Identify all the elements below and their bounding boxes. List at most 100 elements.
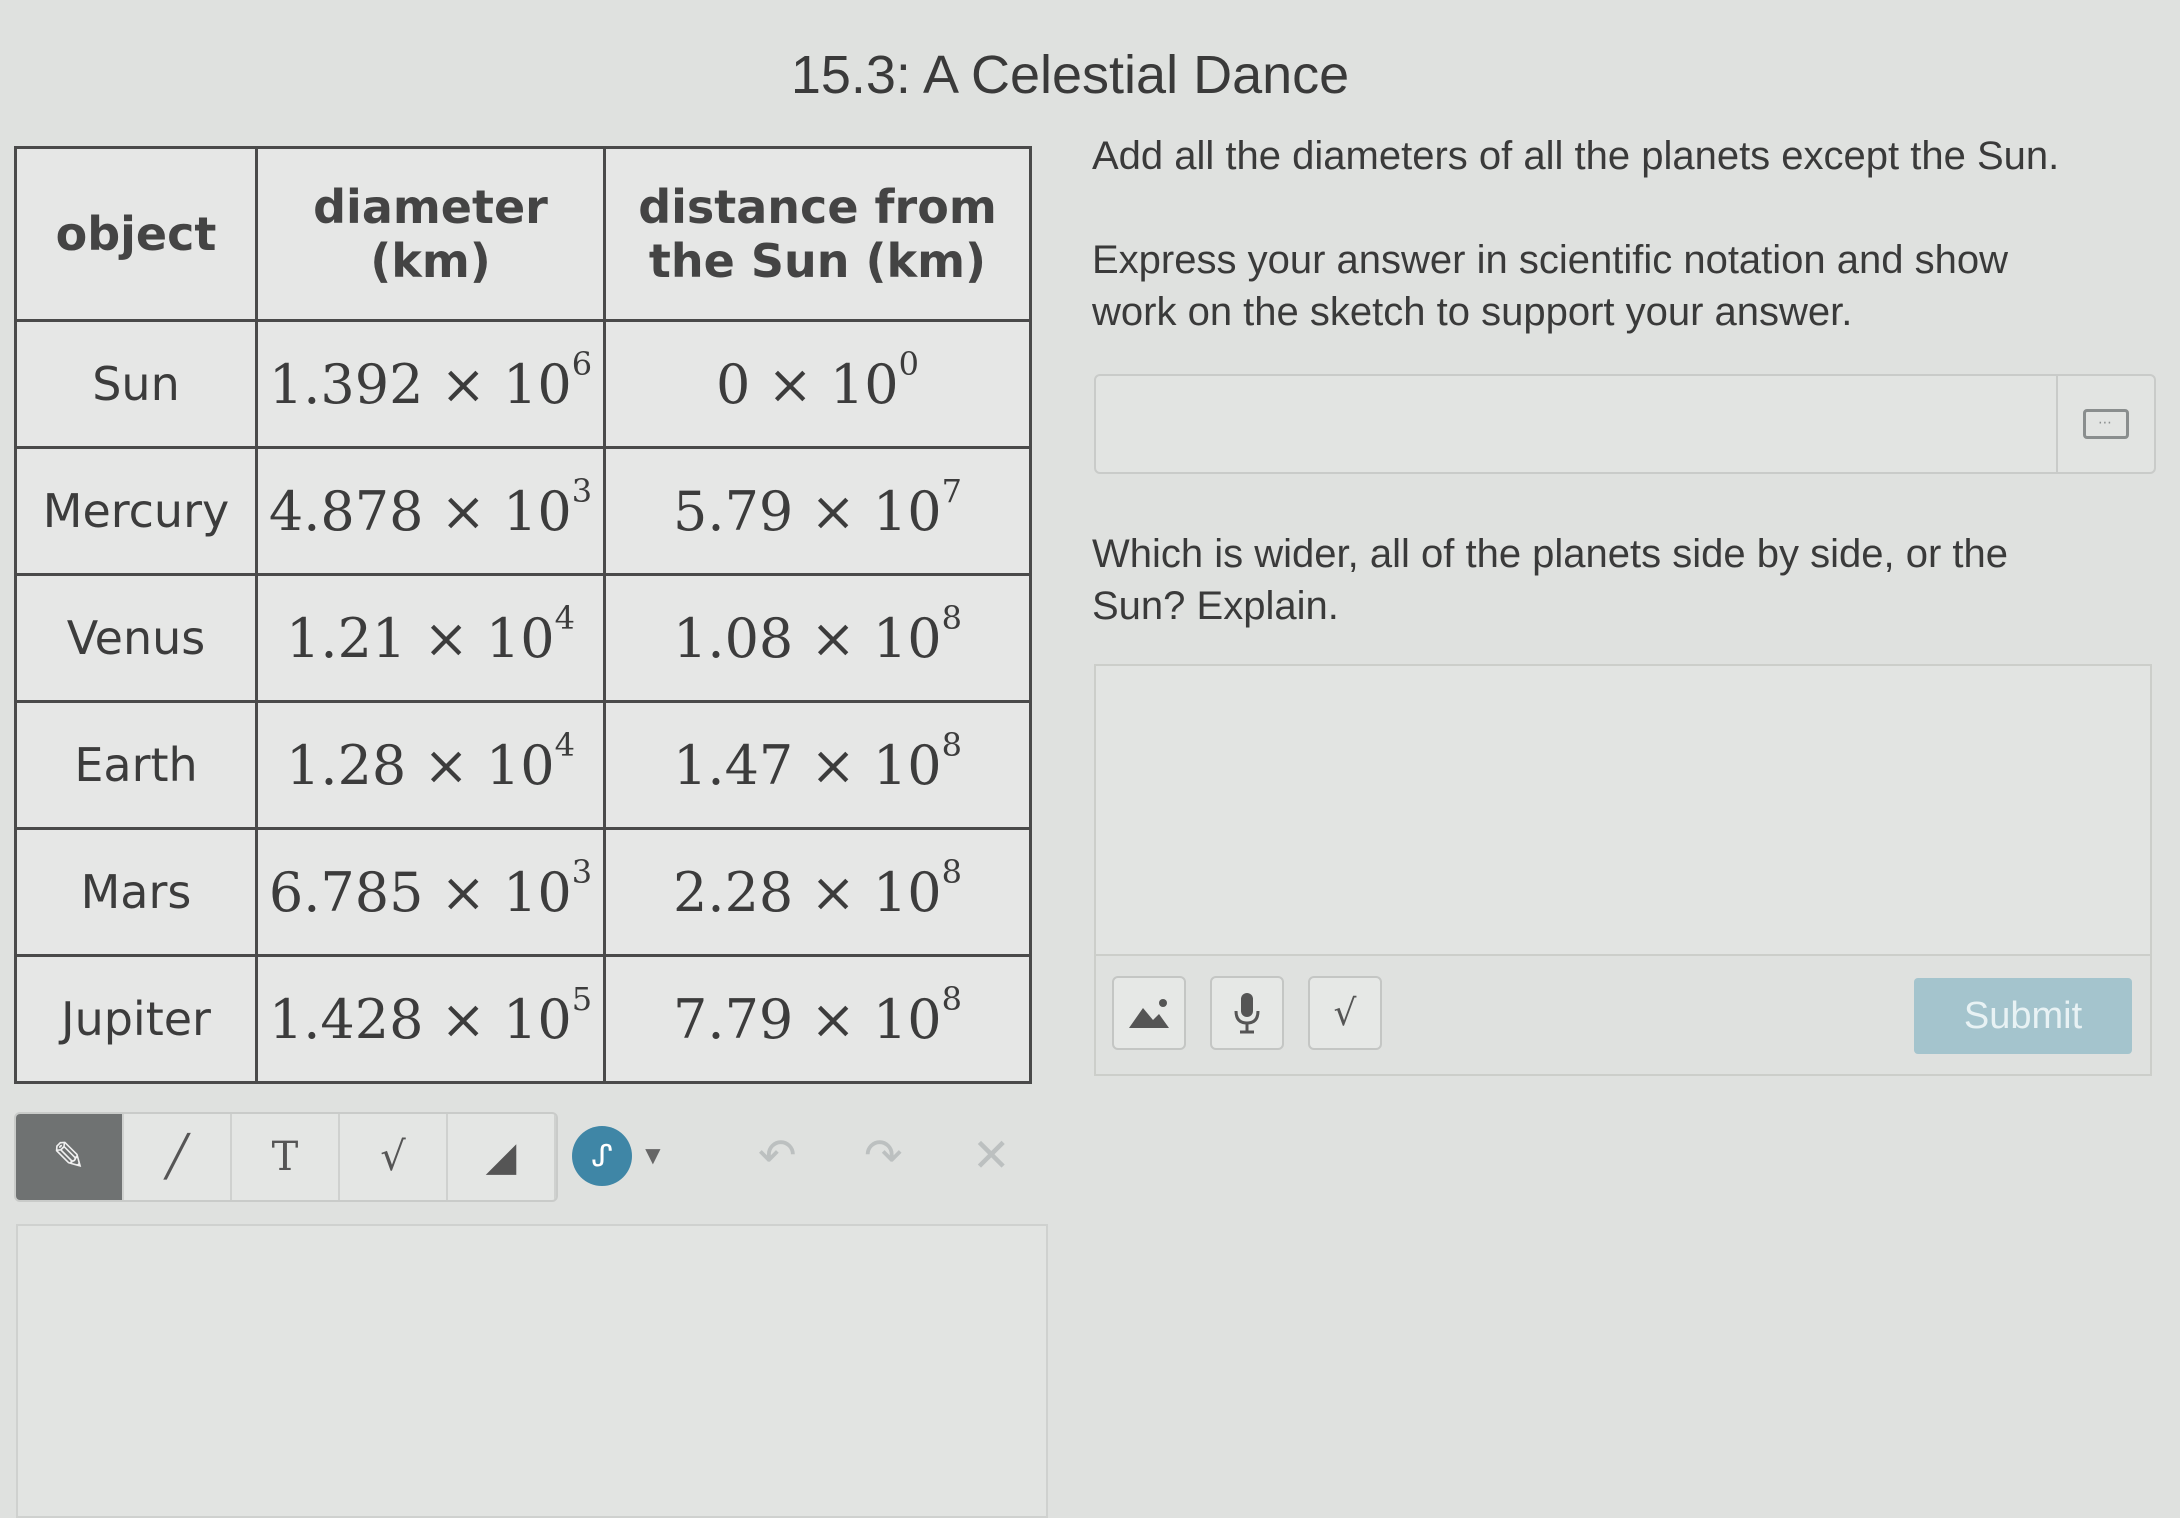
header-object-label: object: [55, 207, 217, 261]
object-name-cell: Sun: [14, 319, 258, 449]
response-toolbar: √ Submit: [1094, 954, 2152, 1076]
insert-math-button[interactable]: √: [1308, 976, 1382, 1050]
distance-exponent: 8: [941, 725, 962, 764]
record-audio-button[interactable]: [1210, 976, 1284, 1050]
times-ten-label: × 10: [423, 987, 572, 1051]
object-name: Sun: [92, 357, 180, 411]
sketch-toolbar: ✎ ╱ T √ ◢: [14, 1112, 558, 1202]
table-row: Venus 1.21 × 104 1.08 × 108: [14, 573, 1032, 703]
eraser-tool-button[interactable]: ◢: [448, 1114, 556, 1200]
diameter-exponent: 3: [571, 852, 593, 891]
header-object: object: [14, 146, 258, 322]
times-ten-label: × 10: [793, 987, 942, 1051]
header-distance-label: distance from the Sun (km): [638, 180, 997, 288]
diameter-cell: 1.21 × 104: [255, 573, 606, 703]
color-picker-button[interactable]: ᔑ: [572, 1126, 632, 1186]
diameter-coefficient: 1.21: [286, 606, 407, 670]
times-ten-label: × 10: [423, 479, 572, 543]
table-row: Mercury 4.878 × 103 5.79 × 107: [14, 446, 1032, 576]
distance-cell: 1.47 × 108: [603, 700, 1032, 830]
table-row: Earth 1.28 × 104 1.47 × 108: [14, 700, 1032, 830]
times-ten-label: × 10: [423, 352, 572, 416]
diameter-cell: 1.392 × 106: [255, 319, 606, 449]
math-tool-tool-button[interactable]: √: [340, 1114, 448, 1200]
diameter-exponent: 5: [571, 979, 593, 1018]
diameter-coefficient: 1.28: [286, 733, 407, 797]
diameter-cell: 1.428 × 105: [255, 954, 606, 1084]
header-diameter-label: diameter (km): [313, 180, 548, 288]
distance-coefficient: 1.08: [673, 606, 794, 670]
redo-icon[interactable]: ↷: [864, 1128, 903, 1182]
diameter-cell: 6.785 × 103: [255, 827, 606, 957]
object-name: Jupiter: [61, 992, 211, 1046]
object-name: Earth: [74, 738, 198, 792]
object-name-cell: Mars: [14, 827, 258, 957]
question-2-text: Which is wider, all of the planets side …: [1092, 532, 2009, 628]
microphone-icon: [1234, 993, 1260, 1034]
times-ten-label: × 10: [793, 733, 942, 797]
question-1-instructions: Express your answer in scientific notati…: [1092, 238, 2009, 334]
math-keyboard-button[interactable]: ⋯: [2056, 376, 2154, 472]
text-tool-icon: T: [271, 1134, 299, 1180]
diameter-coefficient: 1.392: [268, 352, 424, 416]
table-row: Jupiter 1.428 × 105 7.79 × 108: [14, 954, 1032, 1084]
square-root-icon: √: [1333, 992, 1357, 1034]
clear-icon[interactable]: ✕: [972, 1128, 1011, 1182]
distance-coefficient: 0: [715, 352, 751, 416]
object-name-cell: Jupiter: [14, 954, 258, 1084]
times-ten-label: × 10: [793, 606, 942, 670]
insert-image-button[interactable]: [1112, 976, 1186, 1050]
image-icon: [1129, 999, 1169, 1028]
diameter-exponent: 4: [554, 725, 575, 764]
diameter-coefficient: 6.785: [268, 860, 424, 924]
diameter-coefficient: 4.878: [268, 479, 424, 543]
diameter-exponent: 4: [554, 598, 575, 637]
diameter-cell: 4.878 × 103: [255, 446, 606, 576]
eraser-icon: ◢: [485, 1134, 517, 1180]
object-name: Mars: [80, 865, 192, 919]
distance-cell: 7.79 × 108: [603, 954, 1032, 1084]
table-header-row: object diameter (km) distance from the S…: [14, 146, 1032, 322]
distance-exponent: 8: [941, 979, 962, 1018]
undo-icon[interactable]: ↶: [758, 1128, 797, 1182]
math-answer-input[interactable]: ⋯: [1094, 374, 2156, 474]
question-1-text: Add all the diameters of all the planets…: [1092, 134, 2060, 178]
color-dropdown-chevron-icon[interactable]: ▼: [640, 1140, 666, 1171]
distance-cell: 5.79 × 107: [603, 446, 1032, 576]
diameter-coefficient: 1.428: [268, 987, 424, 1051]
text-tool-tool-button[interactable]: T: [232, 1114, 340, 1200]
times-ten-label: × 10: [423, 860, 572, 924]
distance-exponent: 8: [941, 852, 962, 891]
distance-coefficient: 2.28: [673, 860, 794, 924]
distance-coefficient: 5.79: [673, 479, 794, 543]
color-swatch-icon: ᔑ: [591, 1138, 613, 1174]
planet-data-table: object diameter (km) distance from the S…: [14, 146, 1032, 1084]
header-distance: distance from the Sun (km): [603, 146, 1032, 322]
object-name: Mercury: [42, 484, 230, 538]
distance-coefficient: 7.79: [673, 987, 794, 1051]
object-name-cell: Venus: [14, 573, 258, 703]
object-name-cell: Mercury: [14, 446, 258, 576]
times-ten-label: × 10: [750, 352, 899, 416]
explanation-textarea[interactable]: [1094, 664, 2152, 954]
sketch-canvas[interactable]: [16, 1224, 1048, 1518]
pencil-tool-button[interactable]: ✎: [16, 1114, 124, 1200]
line-tool-button[interactable]: ╱: [124, 1114, 232, 1200]
distance-cell: 0 × 100: [603, 319, 1032, 449]
math-tool-icon: √: [380, 1134, 406, 1180]
line-icon: ╱: [164, 1134, 190, 1180]
diameter-exponent: 6: [571, 344, 593, 383]
times-ten-label: × 10: [793, 479, 942, 543]
object-name-cell: Earth: [14, 700, 258, 830]
times-ten-label: × 10: [793, 860, 942, 924]
distance-coefficient: 1.47: [673, 733, 794, 797]
distance-cell: 2.28 × 108: [603, 827, 1032, 957]
diameter-cell: 1.28 × 104: [255, 700, 606, 830]
object-name: Venus: [66, 611, 206, 665]
diameter-exponent: 3: [571, 471, 593, 510]
distance-exponent: 7: [941, 471, 962, 510]
table-row: Sun 1.392 × 106 0 × 100: [14, 319, 1032, 449]
submit-button[interactable]: Submit: [1914, 978, 2132, 1054]
distance-exponent: 8: [941, 598, 962, 637]
times-ten-label: × 10: [406, 733, 555, 797]
